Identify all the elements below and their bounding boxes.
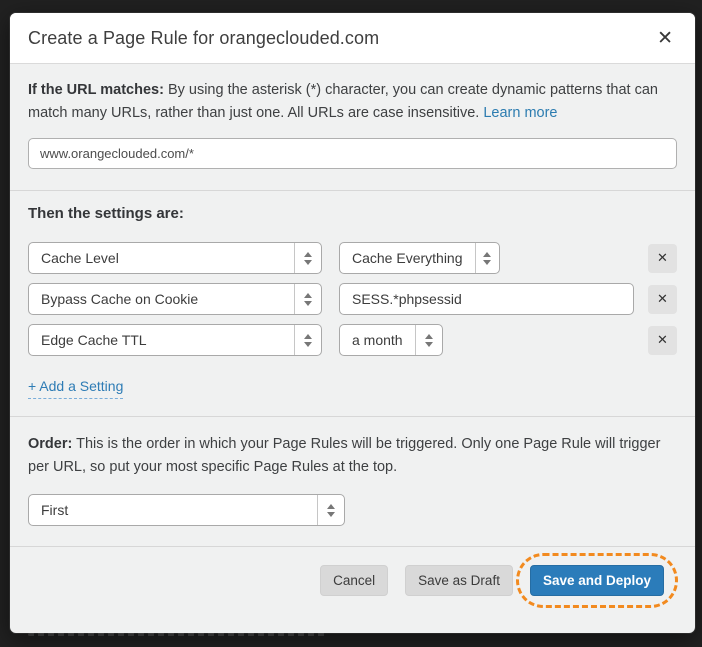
stepper-icon [415, 325, 442, 355]
order-text: This is the order in which your Page Rul… [28, 436, 660, 475]
value-select-label: a month [340, 325, 415, 355]
create-page-rule-modal: Create a Page Rule for orangeclouded.com… [10, 13, 695, 633]
stepper-icon [294, 243, 321, 273]
stepper-icon [294, 284, 321, 314]
value-select-a-month[interactable]: a month [339, 324, 443, 356]
setting-select-edge-cache-ttl[interactable]: Edge Cache TTL [28, 324, 322, 356]
stepper-icon [294, 325, 321, 355]
cookie-pattern-input[interactable] [339, 283, 634, 315]
setting-select-bypass-cache[interactable]: Bypass Cache on Cookie [28, 283, 322, 315]
save-and-deploy-wrapper: Save and Deploy [530, 565, 664, 596]
setting-row-edge-cache-ttl: Edge Cache TTL a month ✕ [28, 324, 677, 356]
modal-footer: Cancel Save as Draft Save and Deploy [10, 547, 695, 613]
setting-select-cache-level[interactable]: Cache Level [28, 242, 322, 274]
save-as-draft-button[interactable]: Save as Draft [405, 565, 513, 596]
settings-section: Then the settings are: Cache Level Cache… [10, 191, 695, 417]
close-icon[interactable]: ✕ [653, 27, 677, 50]
setting-select-label: Bypass Cache on Cookie [29, 284, 294, 314]
order-description: Order: This is the order in which your P… [28, 433, 677, 478]
remove-setting-button[interactable]: ✕ [648, 326, 677, 355]
value-select-label: Cache Everything [340, 243, 475, 273]
order-section: Order: This is the order in which your P… [10, 417, 695, 547]
cancel-button[interactable]: Cancel [320, 565, 388, 596]
setting-row-cache-level: Cache Level Cache Everything ✕ [28, 242, 677, 274]
url-pattern-input[interactable] [28, 138, 677, 169]
order-label: Order: [28, 436, 72, 452]
order-select-label: First [29, 495, 317, 525]
remove-setting-button[interactable]: ✕ [648, 244, 677, 273]
stepper-icon [317, 495, 344, 525]
remove-setting-button[interactable]: ✕ [648, 285, 677, 314]
save-and-deploy-button[interactable]: Save and Deploy [530, 565, 664, 596]
url-match-label: If the URL matches: [28, 82, 164, 98]
settings-heading: Then the settings are: [28, 205, 677, 222]
page-title: Create a Page Rule for orangeclouded.com [28, 28, 379, 49]
modal-header: Create a Page Rule for orangeclouded.com… [10, 13, 695, 64]
setting-row-bypass-cache: Bypass Cache on Cookie ✕ [28, 283, 677, 315]
setting-select-label: Edge Cache TTL [29, 325, 294, 355]
add-a-setting-link[interactable]: + Add a Setting [28, 378, 123, 399]
value-select-cache-everything[interactable]: Cache Everything [339, 242, 500, 274]
url-match-section: If the URL matches: By using the asteris… [10, 64, 695, 191]
setting-select-label: Cache Level [29, 243, 294, 273]
stepper-icon [475, 243, 499, 273]
learn-more-link[interactable]: Learn more [483, 105, 557, 121]
background-page-text-fragment [28, 633, 328, 636]
order-select[interactable]: First [28, 494, 345, 526]
url-match-description: If the URL matches: By using the asteris… [28, 79, 677, 124]
